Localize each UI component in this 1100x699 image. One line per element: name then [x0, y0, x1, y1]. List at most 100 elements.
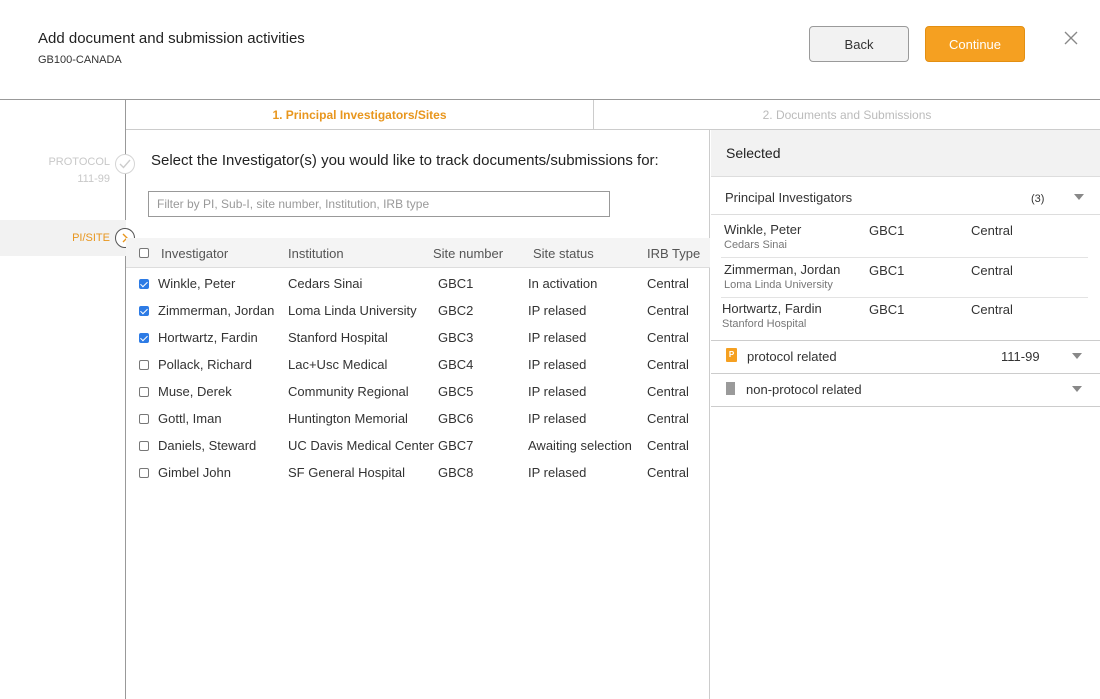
non-protocol-related-toggle[interactable]: non-protocol related — [711, 373, 1100, 407]
site-status-cell: IP relased — [528, 465, 587, 480]
wizard-tabs: 1. Principal Investigators/Sites 2. Docu… — [126, 100, 1100, 130]
select-all-checkbox[interactable] — [139, 248, 149, 258]
site-status-cell: IP relased — [528, 303, 587, 318]
institution-cell: Lac+Usc Medical — [288, 357, 388, 372]
column-irb-type[interactable]: IRB Type — [647, 246, 700, 261]
chevron-down-icon[interactable] — [1072, 353, 1082, 359]
selected-pi-institution: Cedars Sinai — [724, 239, 787, 251]
table-row[interactable]: Zimmerman, Jordan Loma Linda University … — [126, 297, 710, 324]
investigator-cell: Hortwartz, Fardin — [158, 330, 258, 345]
column-site-number[interactable]: Site number — [433, 246, 503, 261]
investigator-cell: Pollack, Richard — [158, 357, 252, 372]
site-number-cell: GBC1 — [438, 276, 474, 291]
table-header: Investigator Institution Site number Sit… — [126, 238, 710, 268]
institution-cell: Cedars Sinai — [288, 276, 363, 291]
row-checkbox[interactable] — [139, 333, 149, 343]
selected-pi-item: Zimmerman, Jordan Loma Linda University … — [711, 258, 1100, 298]
institution-cell: SF General Hospital — [288, 465, 406, 480]
tab-documents-submissions[interactable]: 2. Documents and Submissions — [594, 100, 1100, 130]
irb-type-cell: Central — [647, 276, 689, 291]
selected-pi-name: Zimmerman, Jordan — [724, 262, 841, 277]
selected-pi-site: GBC1 — [869, 263, 905, 278]
row-checkbox[interactable] — [139, 468, 149, 478]
principal-investigators-label: Principal Investigators — [725, 190, 853, 205]
table-row[interactable]: Hortwartz, Fardin Stanford Hospital GBC3… — [126, 324, 710, 351]
row-checkbox[interactable] — [139, 387, 149, 397]
investigator-cell: Gottl, Iman — [158, 411, 222, 426]
irb-type-cell: Central — [647, 438, 689, 453]
continue-button[interactable]: Continue — [925, 26, 1025, 62]
investigator-cell: Muse, Derek — [158, 384, 232, 399]
protocol-related-toggle[interactable]: P protocol related 111-99 — [711, 340, 1100, 373]
column-institution[interactable]: Institution — [288, 246, 344, 261]
site-number-cell: GBC5 — [438, 384, 474, 399]
back-button[interactable]: Back — [809, 26, 909, 62]
step-sidebar: PROTOCOL 111-99 PI/SITE — [0, 100, 135, 699]
table-row[interactable]: Gimbel John SF General Hospital GBC8 IP … — [126, 459, 710, 486]
chevron-down-icon[interactable] — [1074, 194, 1084, 200]
irb-type-cell: Central — [647, 384, 689, 399]
site-status-cell: IP relased — [528, 330, 587, 345]
site-number-cell: GBC7 — [438, 438, 474, 453]
institution-cell: Community Regional — [288, 384, 409, 399]
irb-type-cell: Central — [647, 357, 689, 372]
row-checkbox[interactable] — [139, 306, 149, 316]
step-protocol[interactable]: PROTOCOL 111-99 — [0, 152, 135, 192]
tab-principal-investigators[interactable]: 1. Principal Investigators/Sites — [126, 100, 594, 130]
step-protocol-value: 111-99 — [77, 173, 110, 185]
row-checkbox[interactable] — [139, 441, 149, 451]
site-number-cell: GBC4 — [438, 357, 474, 372]
site-number-cell: GBC3 — [438, 330, 474, 345]
investigator-cell: Zimmerman, Jordan — [158, 303, 275, 318]
site-status-cell: In activation — [528, 276, 598, 291]
institution-cell: UC Davis Medical Center — [288, 438, 434, 453]
step-pi-site-label: PI/SITE — [72, 232, 110, 244]
selected-pi-name: Hortwartz, Fardin — [722, 301, 822, 316]
table-row[interactable]: Winkle, Peter Cedars Sinai GBC1 In activ… — [126, 270, 710, 297]
irb-type-cell: Central — [647, 303, 689, 318]
filter-input[interactable] — [148, 191, 610, 217]
investigator-panel: Select the Investigator(s) you would lik… — [126, 130, 710, 699]
investigator-cell: Winkle, Peter — [158, 276, 236, 291]
selected-pi-item: Hortwartz, Fardin Stanford Hospital GBC1… — [711, 297, 1100, 337]
step-pi-site[interactable]: PI/SITE — [0, 220, 135, 256]
site-status-cell: IP relased — [528, 411, 587, 426]
column-site-status[interactable]: Site status — [533, 246, 594, 261]
row-checkbox[interactable] — [139, 360, 149, 370]
dialog-header: Add document and submission activities G… — [0, 0, 1100, 100]
table-row[interactable]: Muse, Derek Community Regional GBC5 IP r… — [126, 378, 710, 405]
site-status-cell: IP relased — [528, 384, 587, 399]
chevron-down-icon[interactable] — [1072, 386, 1082, 392]
investigator-cell: Daniels, Steward — [158, 438, 257, 453]
close-icon[interactable] — [1062, 29, 1080, 47]
institution-cell: Huntington Memorial — [288, 411, 408, 426]
dialog-subtitle: GB100-CANADA — [38, 54, 122, 66]
selected-pi-item: Winkle, Peter Cedars Sinai GBC1 Central — [711, 218, 1100, 258]
irb-type-cell: Central — [647, 411, 689, 426]
table-row[interactable]: Gottl, Iman Huntington Memorial GBC6 IP … — [126, 405, 710, 432]
table-row[interactable]: Pollack, Richard Lac+Usc Medical GBC4 IP… — [126, 351, 710, 378]
non-protocol-related-label: non-protocol related — [746, 382, 862, 397]
investigator-cell: Gimbel John — [158, 465, 231, 480]
selected-pi-name: Winkle, Peter — [724, 222, 802, 237]
protocol-document-icon: P — [726, 348, 737, 362]
row-checkbox[interactable] — [139, 414, 149, 424]
step-protocol-label: PROTOCOL — [48, 156, 110, 168]
table-row[interactable]: Daniels, Steward UC Davis Medical Center… — [126, 432, 710, 459]
institution-cell: Loma Linda University — [288, 303, 417, 318]
dialog-title: Add document and submission activities — [38, 30, 305, 47]
selected-pi-irb: Central — [971, 263, 1013, 278]
row-checkbox[interactable] — [139, 279, 149, 289]
selected-pi-site: GBC1 — [869, 223, 905, 238]
irb-type-cell: Central — [647, 330, 689, 345]
selected-pi-irb: Central — [971, 302, 1013, 317]
principal-investigators-count: (3) — [1031, 193, 1045, 205]
site-number-cell: GBC6 — [438, 411, 474, 426]
selection-prompt: Select the Investigator(s) you would lik… — [151, 152, 659, 169]
principal-investigators-toggle[interactable]: Principal Investigators (3) — [711, 177, 1100, 215]
selected-panel: Selected Principal Investigators (3) Win… — [711, 130, 1100, 699]
selected-pi-institution: Loma Linda University — [724, 279, 833, 291]
column-investigator[interactable]: Investigator — [161, 246, 228, 261]
document-icon — [726, 382, 735, 395]
protocol-related-value: 111-99 — [1001, 349, 1040, 364]
